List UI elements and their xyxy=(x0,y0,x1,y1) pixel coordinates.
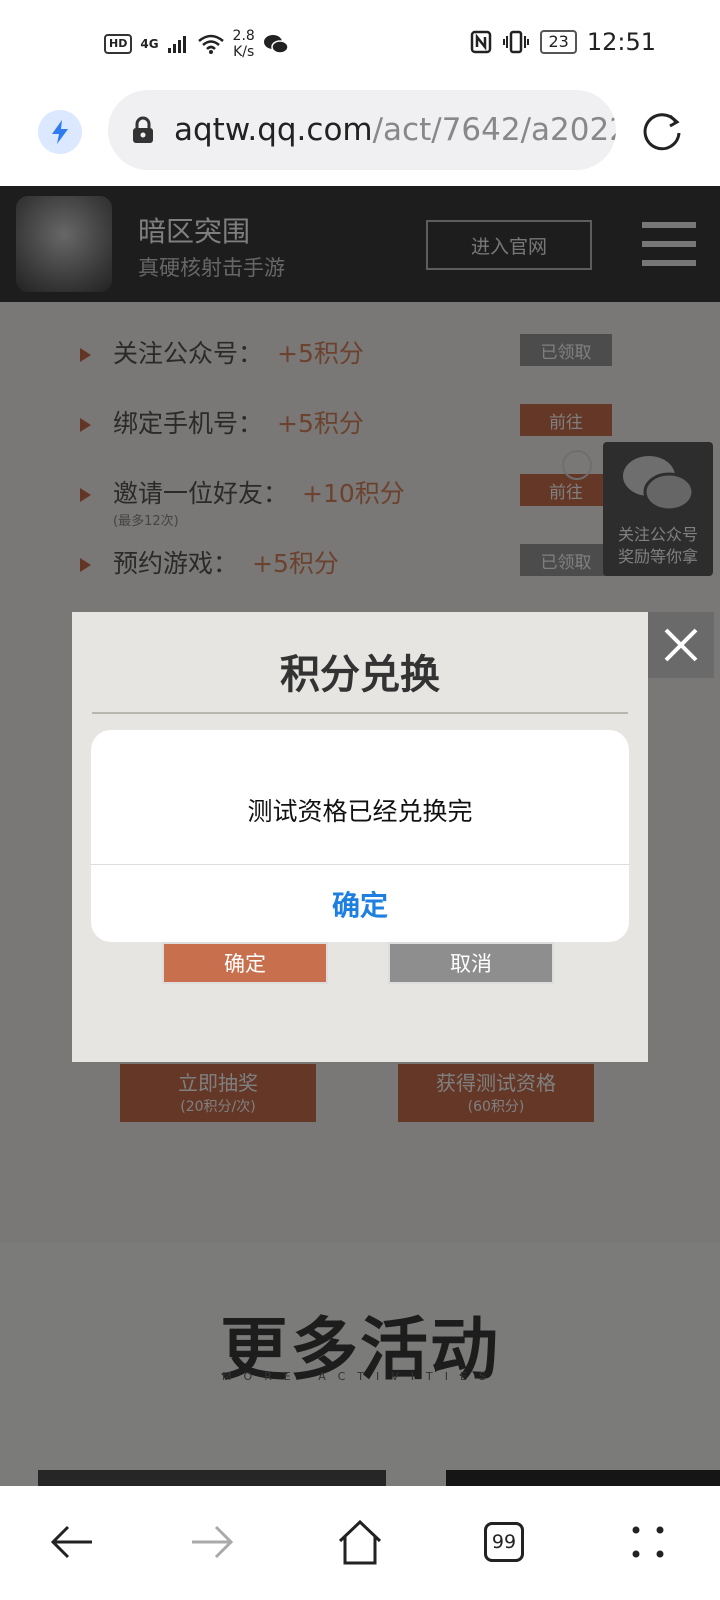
network-speed: 2.8 K/s xyxy=(233,28,255,60)
alert-dialog: 测试资格已经兑换完 确定 xyxy=(91,730,629,942)
alert-message: 测试资格已经兑换完 xyxy=(247,797,473,826)
status-left: HD 4G 2.8 K/s xyxy=(104,28,289,60)
lock-icon xyxy=(132,115,154,145)
status-right: 23 12:51 xyxy=(470,28,656,56)
back-icon[interactable] xyxy=(42,1514,102,1570)
close-icon[interactable] xyxy=(648,612,714,678)
status-bar: HD 4G 2.8 K/s 23 12:51 xyxy=(0,0,720,88)
wifi-icon xyxy=(197,34,224,54)
wechat-notification-icon xyxy=(263,35,289,54)
exchange-confirm-button[interactable]: 确定 xyxy=(162,942,328,984)
hd-badge: HD xyxy=(104,34,133,54)
forward-icon[interactable] xyxy=(182,1514,242,1570)
clock: 12:51 xyxy=(586,28,656,56)
signal-icon xyxy=(167,36,186,53)
title-divider xyxy=(92,712,628,714)
url-path: /act/7642/a2022 xyxy=(372,112,616,148)
alert-ok-button[interactable]: 确定 xyxy=(91,865,629,942)
speed-unit: K/s xyxy=(233,44,255,60)
vibrate-icon xyxy=(503,30,530,54)
bolt-icon[interactable] xyxy=(38,110,82,154)
nfc-icon xyxy=(471,30,492,54)
url-host: aqtw.qq.com xyxy=(174,112,373,148)
browser-url-bar: aqtw.qq.com/act/7642/a2022 xyxy=(0,88,720,186)
exchange-cancel-button[interactable]: 取消 xyxy=(388,942,554,984)
battery-indicator: 23 xyxy=(540,30,577,54)
address-field[interactable]: aqtw.qq.com/act/7642/a2022 xyxy=(108,90,616,170)
network-type: 4G xyxy=(140,37,159,51)
tab-count: 99 xyxy=(484,1522,524,1562)
home-icon[interactable] xyxy=(330,1514,390,1570)
tabs-button[interactable]: 99 xyxy=(474,1514,534,1570)
more-menu-icon[interactable] xyxy=(618,1514,678,1570)
browser-bottom-nav: 99 xyxy=(0,1486,720,1600)
reload-icon[interactable] xyxy=(640,108,684,152)
speed-value: 2.8 xyxy=(232,28,255,44)
modal-title: 积分兑换 xyxy=(280,652,440,698)
